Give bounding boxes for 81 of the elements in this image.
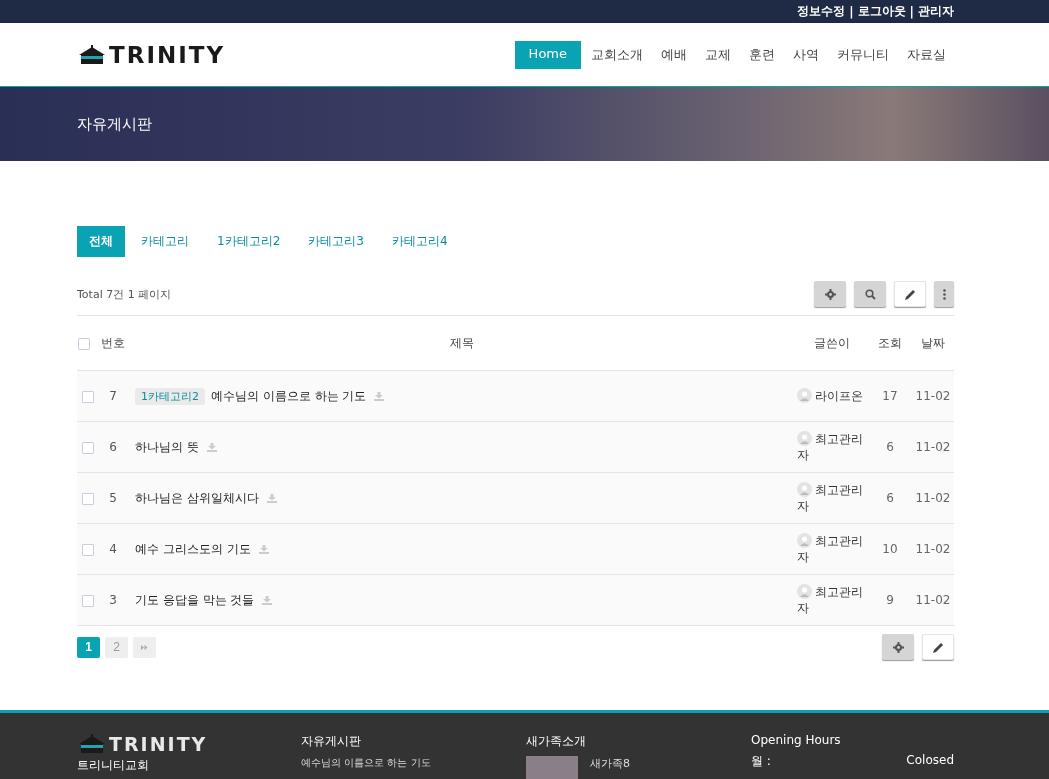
row-checkbox[interactable] xyxy=(82,390,94,403)
post-link[interactable]: 예수님의 이름으로 하는 기도 xyxy=(301,756,526,770)
post-number: 4 xyxy=(109,542,117,556)
row-checkbox[interactable] xyxy=(82,543,94,556)
church-logo-icon xyxy=(77,44,107,65)
post-date: 11-02 xyxy=(915,440,951,454)
total-summary: Total 7건 1 페이지 xyxy=(77,286,172,302)
hours-day: 월 : xyxy=(751,753,771,770)
double-arrow-icon xyxy=(141,644,148,650)
row-checkbox[interactable] xyxy=(82,492,94,505)
footer-heading: 자유게시판 xyxy=(301,733,362,750)
nav-item[interactable]: 교제 xyxy=(697,40,739,69)
download-icon xyxy=(262,595,273,605)
more-button[interactable] xyxy=(934,281,954,307)
category-tab[interactable]: 카테고리 xyxy=(129,226,201,257)
hours-time: Colosed xyxy=(906,753,954,769)
logo-text[interactable]: TRINITY xyxy=(109,733,208,755)
view-count: 17 xyxy=(882,389,898,403)
post-link[interactable]: 새가족8 xyxy=(590,756,630,779)
view-count: 9 xyxy=(886,593,894,607)
photo-placeholder xyxy=(526,756,578,779)
post-number: 6 xyxy=(109,440,117,454)
separator-text: | xyxy=(849,4,854,19)
more-icon xyxy=(942,288,946,300)
pencil-icon xyxy=(932,641,944,653)
nav-item[interactable]: 커뮤니티 xyxy=(829,40,897,69)
view-count: 6 xyxy=(886,440,894,454)
view-count: 10 xyxy=(882,542,898,556)
post-number: 7 xyxy=(109,389,117,403)
logo-text[interactable]: TRINITY xyxy=(109,41,226,68)
post-number: 5 xyxy=(109,491,117,505)
post-date: 11-02 xyxy=(915,491,951,505)
footer-heading: Opening Hours xyxy=(751,733,842,747)
settings-button[interactable] xyxy=(814,281,846,307)
select-all-checkbox[interactable] xyxy=(78,337,90,350)
settings-button[interactable] xyxy=(882,634,914,660)
column-header: 날짜 xyxy=(921,335,945,350)
pencil-icon xyxy=(904,288,916,300)
nav-item[interactable]: 훈련 xyxy=(741,40,783,69)
footer-heading: 새가족소개 xyxy=(526,733,587,750)
download-icon xyxy=(374,391,385,401)
column-header: 조회 xyxy=(878,335,902,350)
gear-icon xyxy=(824,288,836,300)
write-button[interactable] xyxy=(894,281,926,307)
post-date: 11-02 xyxy=(915,593,951,607)
nav-item[interactable]: 자료실 xyxy=(899,40,954,69)
nav-item[interactable]: 사역 xyxy=(785,40,827,69)
top-link[interactable]: 관리자 xyxy=(918,3,954,20)
post-title[interactable]: 예수 그리스도의 기도 xyxy=(135,541,251,556)
download-icon xyxy=(206,442,217,452)
post-title[interactable]: 하나님은 삼위일체시다 xyxy=(135,490,259,505)
nav-item[interactable]: 예배 xyxy=(653,40,695,69)
nav-item[interactable]: 교회소개 xyxy=(583,40,651,69)
download-icon xyxy=(258,544,269,554)
category-tab[interactable]: 1카테고리2 xyxy=(205,226,293,257)
search-button[interactable] xyxy=(854,281,886,307)
post-title[interactable]: 기도 응답을 막는 것들 xyxy=(135,592,255,607)
top-link[interactable]: 정보수정 xyxy=(797,3,846,20)
top-link[interactable]: 로그아웃 xyxy=(857,3,906,20)
search-icon xyxy=(864,288,876,300)
row-checkbox[interactable] xyxy=(82,594,94,607)
category-tab[interactable]: 카테고리3 xyxy=(296,226,376,257)
column-header: 번호 xyxy=(101,335,125,350)
gear-icon xyxy=(892,641,904,653)
column-header: 제목 xyxy=(449,335,474,350)
column-header: 글쓴이 xyxy=(814,335,850,350)
write-button[interactable] xyxy=(922,634,954,660)
download-icon xyxy=(266,493,277,503)
last-page-button[interactable] xyxy=(133,636,156,658)
post-number: 3 xyxy=(109,593,117,607)
category-tab[interactable]: 카테고리4 xyxy=(379,226,460,257)
separator-text: | xyxy=(909,4,914,19)
post-date: 11-02 xyxy=(915,542,951,556)
row-checkbox[interactable] xyxy=(82,441,94,454)
post-date: 11-02 xyxy=(915,389,951,403)
post-title[interactable]: 예수님의 이름으로 하는 기도 xyxy=(211,388,367,403)
church-logo-icon xyxy=(77,734,107,754)
post-title[interactable]: 하나님의 뜻 xyxy=(135,439,199,454)
page-title: 자유게시판 xyxy=(77,114,152,134)
church-name: 트리니티교회 xyxy=(77,757,150,774)
view-count: 6 xyxy=(886,491,894,505)
